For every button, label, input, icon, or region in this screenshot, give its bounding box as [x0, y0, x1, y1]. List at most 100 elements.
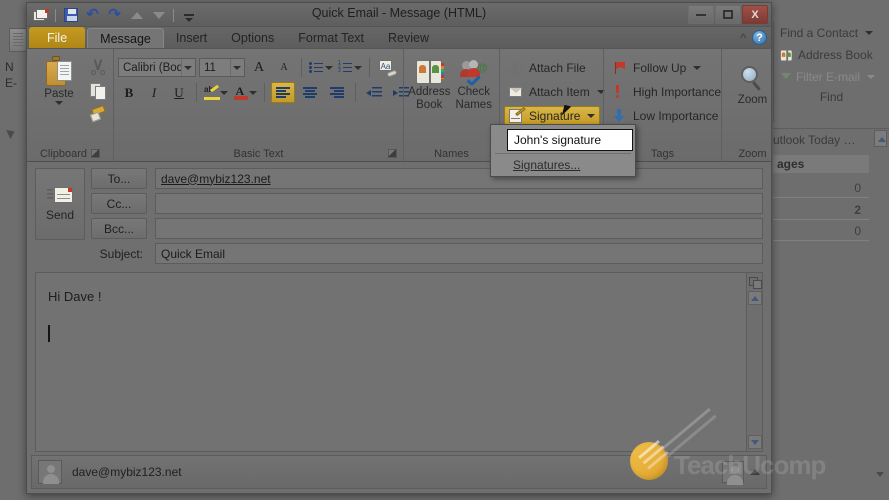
scissors-icon — [90, 59, 106, 75]
clear-formatting-button[interactable]: Aa — [376, 57, 400, 78]
copy-icon — [90, 82, 106, 100]
high-importance-label: High Importance — [633, 85, 722, 99]
follow-up-button[interactable]: Follow Up — [608, 58, 706, 78]
tab-insert[interactable]: Insert — [164, 28, 219, 48]
font-size-combo[interactable]: 11 — [199, 58, 245, 77]
align-right-icon — [330, 87, 344, 98]
ribbon-tab-strip: File Message Insert Options Format Text … — [27, 27, 771, 49]
chevron-down-icon — [865, 31, 874, 35]
tab-message[interactable]: Message — [87, 28, 164, 48]
bullets-button[interactable] — [308, 57, 334, 78]
to-button[interactable]: To... — [91, 168, 147, 189]
close-button[interactable]: X — [742, 5, 768, 24]
to-row: To... dave@mybiz123.net — [91, 168, 763, 189]
bg-address-book-button[interactable]: Address Book — [774, 44, 889, 66]
font-size-value: 11 — [204, 61, 216, 74]
tab-review[interactable]: Review — [376, 28, 441, 48]
align-center-button[interactable] — [298, 82, 322, 103]
tab-format-text[interactable]: Format Text — [286, 28, 376, 48]
high-importance-button[interactable]: High Importance — [608, 82, 726, 102]
chevron-down-icon — [55, 101, 63, 105]
subject-label: Subject: — [99, 246, 143, 261]
expand-people-pane-icon[interactable] — [750, 469, 760, 475]
numbering-button[interactable]: 1 2 3 — [337, 57, 363, 78]
cc-input[interactable] — [155, 193, 763, 214]
dialog-launcher-icon[interactable] — [91, 149, 101, 158]
attach-item-button[interactable]: Attach Item — [504, 82, 610, 102]
arrow-down-icon — [613, 109, 629, 123]
chevron-down-icon — [693, 66, 702, 70]
font-name-value: Calibri (Body) — [123, 61, 181, 74]
messages-section-header: ages — [773, 155, 869, 173]
decrease-indent-button[interactable] — [362, 82, 386, 103]
bullets-icon — [309, 62, 323, 73]
font-name-combo[interactable]: Calibri (Body) — [118, 58, 196, 77]
filter-email-button[interactable]: Filter E-mail — [774, 66, 889, 88]
divider — [355, 83, 356, 102]
restore-button[interactable] — [715, 5, 741, 24]
contact-card-avatar[interactable] — [722, 461, 744, 485]
underline-button[interactable]: U — [168, 82, 190, 103]
scroll-up-button[interactable] — [747, 291, 762, 305]
text-highlight-button[interactable]: ab — [203, 82, 229, 103]
scroll-up-button[interactable] — [874, 130, 887, 147]
align-center-icon — [303, 87, 317, 98]
bcc-input[interactable] — [155, 218, 763, 239]
window-controls: X — [688, 5, 768, 24]
body-scrollbar[interactable] — [746, 273, 762, 451]
collapse-ribbon-icon[interactable]: ^ — [740, 31, 746, 45]
bcc-button[interactable]: Bcc... — [91, 218, 147, 239]
paperclip-icon — [509, 60, 525, 76]
align-right-button[interactable] — [325, 82, 349, 103]
people-pane-email: dave@mybiz123.net — [72, 465, 182, 479]
subject-input[interactable]: Quick Email — [155, 243, 763, 264]
scroll-down-button[interactable] — [747, 435, 762, 449]
copy-button[interactable] — [87, 80, 109, 100]
zoom-button[interactable]: Zoom — [726, 62, 779, 107]
font-color-button[interactable]: A — [232, 82, 258, 103]
signature-button[interactable]: Signature — [504, 106, 601, 126]
signature-menu-item-johns-signature[interactable]: John's signature — [507, 129, 633, 151]
address-book-icon — [416, 60, 445, 84]
flag-icon — [613, 61, 629, 75]
italic-button[interactable]: I — [143, 82, 165, 103]
shrink-font-button[interactable]: A — [273, 57, 295, 78]
cut-button[interactable] — [87, 57, 109, 77]
scroll-down-button[interactable] — [874, 468, 887, 482]
exclamation-icon — [613, 85, 629, 99]
window-title: Quick Email - Message (HTML) — [311, 6, 487, 20]
split-window-icon[interactable] — [748, 275, 762, 289]
text-cursor — [48, 325, 734, 344]
tab-options[interactable]: Options — [219, 28, 286, 48]
low-importance-button[interactable]: Low Importance — [608, 106, 723, 126]
address-book-button[interactable]: Address Book — [408, 56, 451, 112]
help-icon[interactable]: ? — [752, 30, 767, 45]
minimize-button[interactable] — [688, 5, 714, 24]
message-body-input[interactable]: Hi Dave ! — [36, 273, 746, 451]
align-left-button[interactable] — [271, 82, 295, 103]
cc-button[interactable]: Cc... — [91, 193, 147, 214]
send-icon — [47, 186, 73, 204]
format-painter-button[interactable] — [87, 103, 109, 123]
outlook-today-label: utlook Today … — [773, 132, 856, 147]
signature-menu-item-signatures[interactable]: Signatures... — [491, 155, 635, 176]
paste-label: Paste — [44, 88, 74, 100]
divider — [264, 83, 265, 102]
message-count-row: 0 — [773, 178, 869, 198]
attach-file-button[interactable]: Attach File — [504, 58, 591, 78]
names-group-label: Names — [434, 147, 469, 160]
dialog-launcher-icon[interactable] — [388, 149, 397, 158]
bold-button[interactable]: B — [118, 82, 140, 103]
outlook-today-tab[interactable]: utlook Today … — [773, 128, 889, 150]
grow-font-button[interactable]: A — [248, 57, 270, 78]
ribbon-group-names: Address Book @ Check Names Names — [403, 49, 499, 161]
message-body-area: Hi Dave ! — [35, 272, 763, 452]
check-names-button[interactable]: @ Check Names — [453, 56, 496, 112]
body-line-1: Hi Dave ! — [48, 289, 102, 304]
chevron-down-icon — [587, 114, 596, 118]
find-a-contact-button[interactable]: Find a Contact — [774, 22, 889, 44]
paste-button[interactable]: Paste — [31, 52, 87, 105]
send-button[interactable]: Send — [35, 168, 85, 240]
to-input[interactable]: dave@mybiz123.net — [155, 168, 763, 189]
tab-file[interactable]: File — [29, 27, 86, 48]
